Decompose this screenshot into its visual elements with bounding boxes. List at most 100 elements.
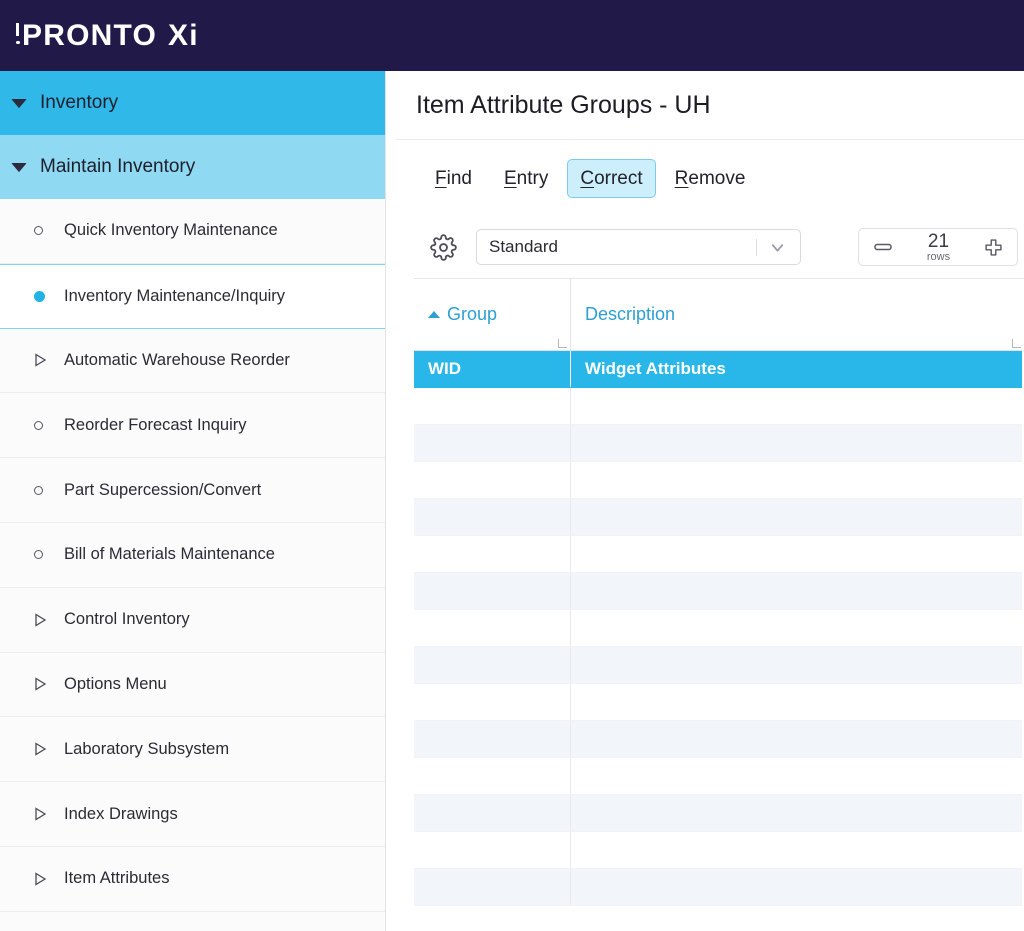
cell-group xyxy=(414,832,571,868)
table-row[interactable] xyxy=(414,758,1024,795)
cell-group xyxy=(414,536,571,572)
table-row[interactable] xyxy=(414,388,1024,425)
main-content: Item Attribute Groups - UH Find Entry Co… xyxy=(396,71,1024,931)
cell-group xyxy=(414,869,571,905)
navigation-sidebar[interactable]: Inventory Maintain Inventory Quick Inven… xyxy=(0,71,386,931)
logo-word-xi: Xi xyxy=(168,19,199,53)
chevron-down-icon xyxy=(10,94,28,112)
sidebar-item-automatic-warehouse-reorder[interactable]: Automatic Warehouse Reorder xyxy=(0,328,385,394)
correct-accel: C xyxy=(580,167,595,189)
row-count-value: 21 xyxy=(927,230,950,252)
sidebar-item-label: Item Attributes xyxy=(64,869,170,888)
table-row[interactable] xyxy=(414,610,1024,647)
chevron-down-icon xyxy=(10,158,28,176)
triangle-right-icon xyxy=(34,613,56,627)
pronto-xi-logo: P RONTO Xi xyxy=(16,18,199,53)
sidebar-item-part-supercession-convert[interactable]: Part Supercession/Convert xyxy=(0,458,385,523)
view-select-value: Standard xyxy=(489,237,558,256)
table-row[interactable] xyxy=(414,536,1024,573)
cell-description xyxy=(571,647,1024,683)
entry-rest: ntry xyxy=(516,167,549,189)
table-row[interactable] xyxy=(414,721,1024,758)
triangle-right-icon xyxy=(34,872,56,886)
cell-group xyxy=(414,388,571,424)
table-row[interactable] xyxy=(414,832,1024,869)
column-header-description[interactable]: Description xyxy=(571,279,1024,350)
entry-accel: E xyxy=(503,167,517,189)
column-resize-handle[interactable] xyxy=(558,339,567,348)
view-select[interactable]: Standard xyxy=(476,229,801,265)
table-row[interactable] xyxy=(414,573,1024,610)
cell-group xyxy=(414,499,571,535)
logo-word-pronto: RONTO xyxy=(43,18,158,52)
sidebar-item-label: Laboratory Subsystem xyxy=(64,739,230,758)
table-row[interactable]: WID Widget Attributes xyxy=(414,351,1024,388)
sidebar-item-label: Index Drawings xyxy=(64,804,178,823)
triangle-right-icon xyxy=(34,677,56,692)
table-row[interactable] xyxy=(414,425,1024,462)
sidebar-item-control-inventory[interactable]: Control Inventory xyxy=(0,587,385,653)
cell-description xyxy=(571,758,1024,794)
sidebar-item-reorder-forecast-inquiry[interactable]: Reorder Forecast Inquiry xyxy=(0,393,385,459)
column-resize-handle[interactable] xyxy=(1012,339,1021,348)
column-header-group-label: Group xyxy=(447,304,498,324)
column-header-description-label: Description xyxy=(585,304,676,324)
action-toolbar: Find Entry Correct Remove xyxy=(396,140,1024,216)
sidebar-item-item-attributes[interactable]: Item Attributes xyxy=(0,846,385,912)
chevron-down-icon[interactable] xyxy=(768,238,787,257)
cell-group xyxy=(414,610,571,646)
page-title-bar: Item Attribute Groups - UH xyxy=(396,71,1024,140)
cell-group xyxy=(414,647,571,683)
cell-description xyxy=(571,536,1024,572)
cell-group xyxy=(414,462,571,498)
sidebar-item-label: Automatic Warehouse Reorder xyxy=(64,350,290,369)
correct-button[interactable]: Correct xyxy=(567,158,656,198)
sidebar-item-options-menu[interactable]: Options Menu xyxy=(0,652,385,718)
table-row[interactable] xyxy=(414,869,1024,906)
cell-group xyxy=(414,758,571,794)
find-rest: ind xyxy=(446,167,472,189)
gear-icon[interactable] xyxy=(426,230,460,264)
table-row[interactable] xyxy=(414,647,1024,684)
cell-description xyxy=(571,684,1024,720)
remove-rest: emove xyxy=(688,167,746,189)
sidebar-item-index-drawings[interactable]: Index Drawings xyxy=(0,782,385,847)
find-button[interactable]: Find xyxy=(422,159,485,198)
table-row[interactable] xyxy=(414,462,1024,499)
table-row[interactable] xyxy=(414,684,1024,721)
remove-accel: R xyxy=(674,167,689,189)
sidebar-item-bill-of-materials-maintenance[interactable]: Bill of Materials Maintenance xyxy=(0,522,385,588)
sidebar-item-laboratory-subsystem[interactable]: Laboratory Subsystem xyxy=(0,717,385,783)
circle-filled-icon xyxy=(34,290,56,302)
column-header-group[interactable]: Group xyxy=(414,279,571,350)
sidebar-group-maintain-inventory[interactable]: Maintain Inventory xyxy=(0,135,385,199)
sidebar-item-label: Bill of Materials Maintenance xyxy=(64,545,275,564)
remove-button[interactable]: Remove xyxy=(662,159,759,198)
triangle-right-icon xyxy=(34,353,56,368)
cell-description xyxy=(571,573,1024,609)
table-row[interactable] xyxy=(414,499,1024,536)
cell-description xyxy=(571,869,1024,905)
entry-button[interactable]: Entry xyxy=(491,159,561,198)
sidebar-item-inventory-maintenance-inquiry[interactable]: Inventory Maintenance/Inquiry xyxy=(0,263,385,329)
cell-group: WID xyxy=(414,351,571,387)
sidebar-item-quick-inventory-maintenance[interactable]: Quick Inventory Maintenance xyxy=(0,199,385,264)
data-grid[interactable]: Group Description WID Widget Attributes xyxy=(414,278,1024,908)
row-count-stepper: 21 rows xyxy=(858,228,1018,266)
minus-icon[interactable] xyxy=(873,240,893,254)
sidebar-item-label: Control Inventory xyxy=(64,610,190,629)
plus-icon[interactable] xyxy=(984,238,1003,257)
row-count: 21 rows xyxy=(927,232,950,263)
row-count-label: rows xyxy=(926,250,951,263)
sidebar-group-inventory[interactable]: Inventory xyxy=(0,71,385,135)
circle-outline-icon xyxy=(34,226,56,236)
sidebar-item-label: Options Menu xyxy=(64,674,167,693)
triangle-right-icon xyxy=(34,742,56,756)
logo-letter-p: P xyxy=(16,19,43,53)
correct-rest: orrect xyxy=(594,167,643,189)
table-row[interactable] xyxy=(414,795,1024,832)
triangle-right-icon xyxy=(34,807,56,821)
cell-description: Widget Attributes xyxy=(585,359,726,378)
cell-description xyxy=(571,832,1024,868)
logo-dot-mark xyxy=(16,40,20,44)
